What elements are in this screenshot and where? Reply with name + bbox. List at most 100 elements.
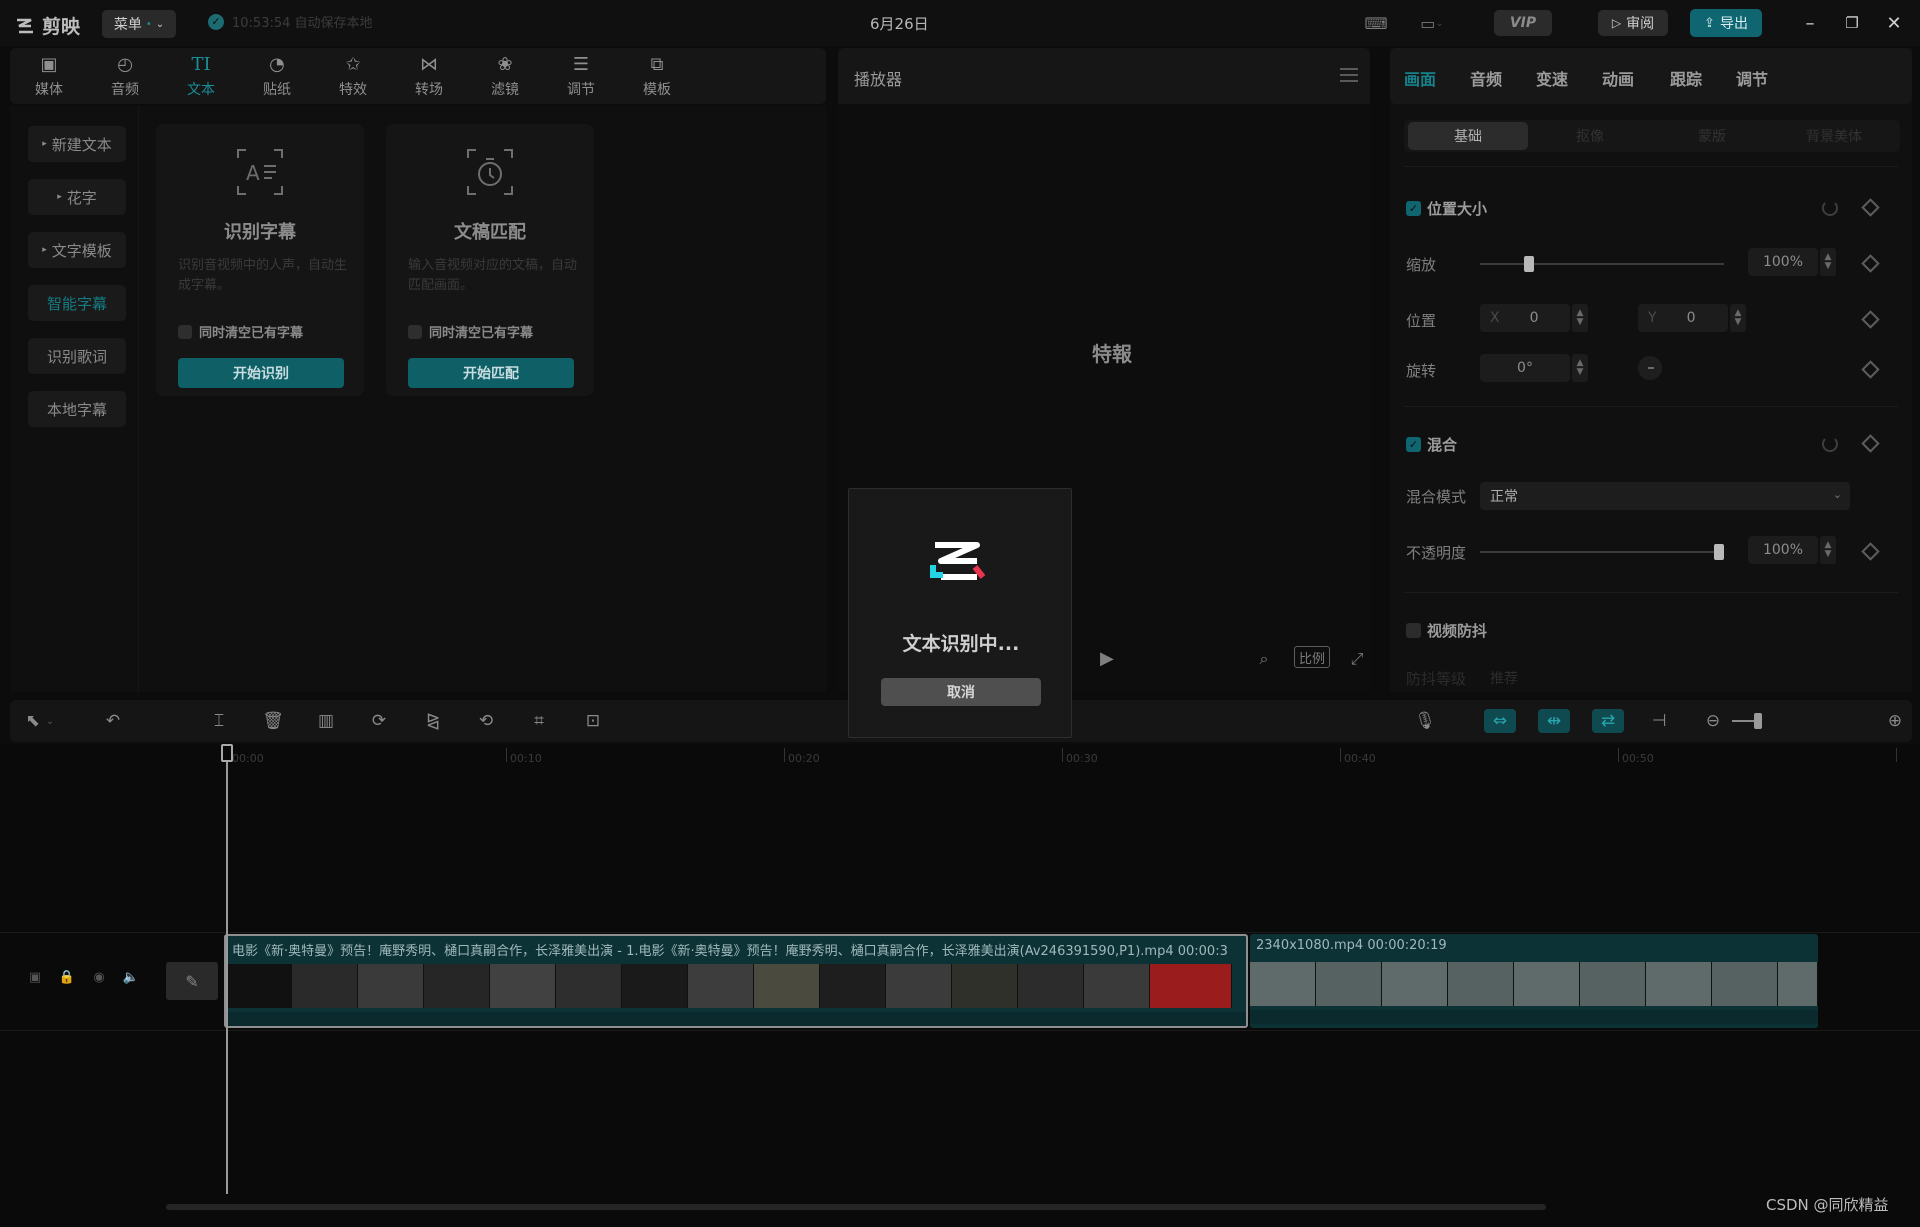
sidebar-item-fancy-text[interactable]: ▸ 花字 xyxy=(28,179,126,215)
main-track-magnet-icon[interactable]: ⇔ xyxy=(1484,709,1516,733)
clear-captions-checkbox[interactable]: 同时清空已有字幕 xyxy=(408,322,533,341)
sidebar-item-lyrics[interactable]: 识别歌词 xyxy=(28,338,126,374)
minimize-icon[interactable]: – xyxy=(1800,12,1820,34)
tab-template[interactable]: ⧉ 模板 xyxy=(627,52,687,102)
delete-icon[interactable]: 🗑 xyxy=(260,709,286,733)
freeze-icon[interactable]: ▥ xyxy=(313,709,339,733)
zoom-in-icon[interactable]: ⊕ xyxy=(1882,709,1908,733)
reverse-icon[interactable]: ⟳ xyxy=(366,709,392,733)
position-x-input[interactable]: X 0 xyxy=(1480,304,1570,332)
select-cursor-icon[interactable]: ⬉ ⌄ xyxy=(20,709,60,733)
blend-toggle[interactable]: ✓ 混合 xyxy=(1406,434,1457,455)
keyframe-icon[interactable] xyxy=(1861,542,1880,561)
lock-icon[interactable]: 🔒 xyxy=(58,968,76,986)
sidebar-item-text-template[interactable]: ▸ 文字模板 xyxy=(28,232,126,268)
linkage-icon[interactable]: ⇄ xyxy=(1592,709,1624,733)
auto-reframe-icon[interactable]: ⊡ xyxy=(580,709,606,733)
eye-icon[interactable]: ◉ xyxy=(90,968,108,986)
tab-audio-props[interactable]: 音频 xyxy=(1470,66,1502,90)
cover-icon[interactable]: ▣ xyxy=(26,968,44,986)
split-icon[interactable]: ⌶ xyxy=(206,709,232,733)
tab-transition[interactable]: ⋈ 转场 xyxy=(399,52,459,102)
auto-snap-icon[interactable]: ⇹ xyxy=(1538,709,1570,733)
zoom-out-icon[interactable]: ⊖ xyxy=(1700,709,1726,733)
tab-animation[interactable]: 动画 xyxy=(1602,66,1634,90)
menu-button[interactable]: 菜单 • ⌄ xyxy=(102,10,176,38)
video-clip-2[interactable]: 2340x1080.mp4 00:00:20:19 xyxy=(1250,934,1818,1028)
tab-adjust-props[interactable]: 调节 xyxy=(1736,66,1768,90)
mirror-icon[interactable]: ⧎ xyxy=(420,709,446,733)
export-button[interactable]: ⇪ 导出 xyxy=(1690,9,1762,37)
tab-adjust[interactable]: ☰ 调节 xyxy=(551,52,611,102)
review-button[interactable]: ▷ 审阅 xyxy=(1598,10,1668,36)
rotate-stepper[interactable]: ▲ ▼ xyxy=(1572,354,1588,382)
close-icon[interactable]: ✕ xyxy=(1884,12,1904,34)
pos-size-toggle[interactable]: ✓ 位置大小 xyxy=(1406,198,1487,219)
microphone-icon[interactable]: 🎙 xyxy=(1412,709,1438,733)
layout-icon[interactable]: ▭ ⌄ xyxy=(1410,13,1454,33)
subtab-cutout[interactable]: 抠像 xyxy=(1530,120,1650,152)
hamburger-menu-icon[interactable] xyxy=(1340,68,1358,82)
tab-tracking[interactable]: 跟踪 xyxy=(1670,66,1702,90)
opacity-slider[interactable] xyxy=(1480,551,1724,553)
tab-text[interactable]: TI 文本 xyxy=(171,52,231,102)
subtab-mask[interactable]: 蒙版 xyxy=(1652,120,1772,152)
keyframe-icon[interactable] xyxy=(1861,254,1880,273)
stabilize-toggle[interactable]: 视频防抖 xyxy=(1406,620,1487,641)
cover-thumbnail[interactable]: ✎ xyxy=(166,962,218,1000)
rotate-dial[interactable] xyxy=(1638,356,1662,380)
preview-axis-icon[interactable]: ⊣ xyxy=(1646,709,1672,733)
tab-media[interactable]: ▣ 媒体 xyxy=(19,52,79,102)
stabilize-level-value[interactable]: 推荐 xyxy=(1490,668,1518,688)
playhead[interactable] xyxy=(226,744,228,1194)
playhead-handle[interactable] xyxy=(221,744,233,762)
rotate-icon[interactable]: ⟲ xyxy=(473,709,499,733)
opacity-slider-handle[interactable] xyxy=(1714,544,1724,560)
tab-effects[interactable]: ✩ 特效 xyxy=(323,52,383,102)
subtab-beauty[interactable]: 背景美体 xyxy=(1774,120,1894,152)
sidebar-item-new-text[interactable]: ▸ 新建文本 xyxy=(28,126,126,162)
crop-icon[interactable]: ⌗ xyxy=(526,709,552,733)
tab-sticker[interactable]: ◔ 贴纸 xyxy=(247,52,307,102)
cancel-button[interactable]: 取消 xyxy=(881,678,1041,706)
position-x-stepper[interactable]: ▲ ▼ xyxy=(1572,304,1588,332)
opacity-input[interactable]: 100% xyxy=(1748,536,1818,564)
scale-input[interactable]: 100% xyxy=(1748,248,1818,276)
blend-mode-select[interactable]: 正常 ⌄ xyxy=(1480,482,1850,510)
scale-slider-handle[interactable] xyxy=(1523,256,1534,272)
ratio-button[interactable]: 比例 xyxy=(1294,646,1331,668)
undo-icon[interactable]: ↶ xyxy=(100,709,126,733)
speaker-icon[interactable]: 🔈 xyxy=(122,968,140,986)
sidebar-item-local-caption[interactable]: 本地字幕 xyxy=(28,391,126,427)
tab-speed[interactable]: 变速 xyxy=(1536,66,1568,90)
sidebar-item-smart-caption[interactable]: 智能字幕 xyxy=(28,285,126,321)
keyframe-icon[interactable] xyxy=(1861,198,1880,217)
fullscreen-icon[interactable]: ⤢ xyxy=(1346,646,1368,672)
vip-button[interactable]: VIP xyxy=(1494,10,1552,36)
subtab-basic[interactable]: 基础 xyxy=(1408,122,1528,150)
reset-icon[interactable] xyxy=(1822,200,1838,216)
start-match-button[interactable]: 开始匹配 xyxy=(408,358,574,388)
opacity-stepper[interactable]: ▲ ▼ xyxy=(1820,536,1836,564)
keyframe-icon[interactable] xyxy=(1861,360,1880,379)
video-clip-1[interactable]: 电影《新·奥特曼》预告！庵野秀明、樋口真嗣合作，长泽雅美出演 - 1.电影《新·… xyxy=(224,934,1248,1028)
rotate-input[interactable]: 0° xyxy=(1480,354,1570,382)
position-y-stepper[interactable]: ▲ ▼ xyxy=(1730,304,1746,332)
scale-slider[interactable] xyxy=(1480,263,1724,265)
timeline-scrollbar[interactable] xyxy=(166,1204,1546,1210)
play-icon[interactable]: ▶ xyxy=(1100,648,1114,669)
tab-audio[interactable]: ◴ 音频 xyxy=(95,52,155,102)
start-recognize-button[interactable]: 开始识别 xyxy=(178,358,344,388)
keyframe-icon[interactable] xyxy=(1861,310,1880,329)
clear-captions-checkbox[interactable]: 同时清空已有字幕 xyxy=(178,322,303,341)
zoom-fit-icon[interactable]: ⌕ xyxy=(1252,646,1276,672)
tab-picture[interactable]: 画面 xyxy=(1404,66,1436,90)
restore-icon[interactable]: ❐ xyxy=(1842,12,1862,34)
keyboard-icon[interactable]: ⌨ xyxy=(1364,13,1388,33)
tab-filter[interactable]: ❀ 滤镜 xyxy=(475,52,535,102)
keyframe-icon[interactable] xyxy=(1861,434,1880,453)
position-y-input[interactable]: Y 0 xyxy=(1638,304,1728,332)
zoom-slider-handle[interactable] xyxy=(1754,713,1762,729)
scale-stepper[interactable]: ▲ ▼ xyxy=(1820,248,1836,276)
reset-icon[interactable] xyxy=(1822,436,1838,452)
